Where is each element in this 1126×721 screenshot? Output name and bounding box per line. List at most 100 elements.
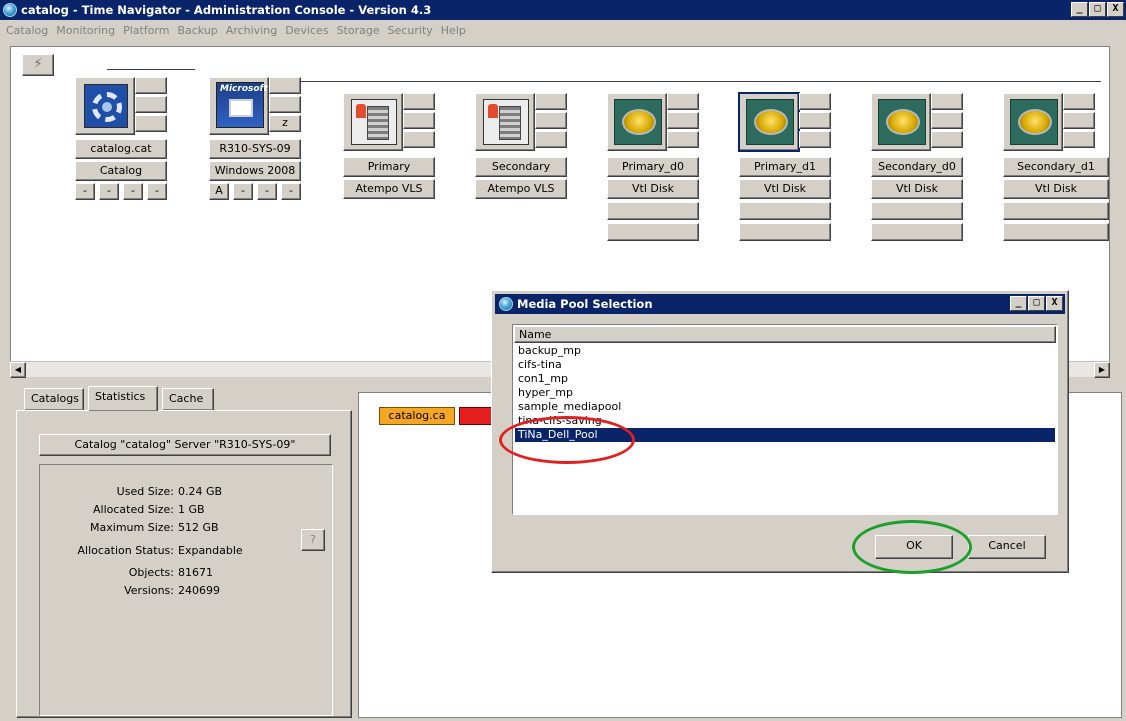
- node-name: Primary_d0: [607, 157, 699, 177]
- node-name: Secondary_d1: [1003, 157, 1109, 177]
- dialog-minimize-button[interactable]: _: [1010, 296, 1027, 311]
- minimize-button[interactable]: _: [1071, 2, 1088, 17]
- column-header-name[interactable]: Name: [514, 326, 1056, 343]
- menu-backup[interactable]: Backup: [173, 22, 221, 40]
- node-side-button[interactable]: [799, 112, 831, 129]
- node-flag-button[interactable]: -: [257, 183, 277, 200]
- stat-value: Expandable: [178, 544, 243, 557]
- node-side-button[interactable]: [403, 112, 435, 129]
- app-icon: [3, 3, 17, 17]
- menu-archiving[interactable]: Archiving: [222, 22, 281, 40]
- catalog-chip[interactable]: catalog.ca: [379, 407, 455, 425]
- node-type: Vtl Disk: [1003, 179, 1109, 199]
- sleep-badge[interactable]: z: [269, 115, 301, 132]
- node-flag-button[interactable]: -: [147, 183, 167, 200]
- disk-tile[interactable]: [607, 93, 667, 151]
- stat-label: Allocated Size:: [92, 503, 174, 516]
- list-item[interactable]: con1_mp: [515, 372, 1055, 386]
- status-chip[interactable]: [459, 407, 493, 425]
- node-side-button[interactable]: [135, 96, 167, 113]
- node-flag-button[interactable]: -: [75, 183, 95, 200]
- node-side-button[interactable]: [1063, 112, 1095, 129]
- node-side-button[interactable]: [403, 131, 435, 148]
- library-tile[interactable]: [343, 93, 403, 151]
- node-side-button[interactable]: [535, 131, 567, 148]
- node-side-button[interactable]: [135, 115, 167, 132]
- disk-tile[interactable]: [738, 92, 800, 152]
- node-side-button[interactable]: [269, 96, 301, 113]
- node-flag-button[interactable]: -: [281, 183, 301, 200]
- stat-value: 1 GB: [178, 503, 205, 516]
- scroll-right-icon[interactable]: ▶: [1094, 362, 1110, 378]
- node-side-button[interactable]: [799, 131, 831, 148]
- node-flag-button[interactable]: A: [209, 183, 229, 200]
- catalog-tile[interactable]: [75, 77, 135, 135]
- scroll-left-icon[interactable]: ◀: [10, 362, 26, 378]
- menu-security[interactable]: Security: [384, 22, 437, 40]
- microsoft-label: Microsoft: [220, 84, 268, 94]
- cancel-button[interactable]: Cancel: [968, 535, 1046, 559]
- stat-versions: Versions: 240699: [40, 584, 330, 600]
- help-button[interactable]: ?: [301, 529, 325, 551]
- node-flag-button[interactable]: -: [233, 183, 253, 200]
- dialog-maximize-button[interactable]: □: [1028, 296, 1045, 311]
- list-item[interactable]: hyper_mp: [515, 386, 1055, 400]
- node-side-button[interactable]: [1063, 93, 1095, 110]
- node-name: R310-SYS-09: [209, 139, 301, 159]
- node-flag-button[interactable]: -: [99, 183, 119, 200]
- disk-tile[interactable]: [1003, 93, 1063, 151]
- empty-slot: [1003, 202, 1109, 220]
- node-side-button[interactable]: [1063, 131, 1095, 148]
- node-side-button[interactable]: [403, 93, 435, 110]
- node-name: Secondary: [475, 157, 567, 177]
- library-tile[interactable]: [475, 93, 535, 151]
- dialog-app-icon: [499, 297, 513, 311]
- empty-slot: [739, 202, 831, 220]
- tab-catalogs[interactable]: Catalogs: [24, 388, 84, 410]
- empty-slot: [1003, 223, 1109, 241]
- node-side-button[interactable]: [931, 112, 963, 129]
- dialog-title: Media Pool Selection: [517, 297, 653, 311]
- tab-statistics[interactable]: Statistics: [88, 386, 158, 411]
- node-side-button[interactable]: [535, 93, 567, 110]
- empty-slot: [739, 223, 831, 241]
- list-item[interactable]: backup_mp: [515, 344, 1055, 358]
- dialog-close-button[interactable]: X: [1046, 296, 1063, 311]
- node-name: Secondary_d0: [871, 157, 963, 177]
- menu-platform[interactable]: Platform: [119, 22, 173, 40]
- node-side-button[interactable]: [667, 93, 699, 110]
- menu-devices[interactable]: Devices: [281, 22, 332, 40]
- catalog-header: Catalog "catalog" Server "R310-SYS-09": [39, 434, 331, 456]
- node-side-button[interactable]: [269, 77, 301, 94]
- node-side-button[interactable]: [667, 131, 699, 148]
- close-button[interactable]: X: [1107, 2, 1124, 17]
- dialog-title-bar: Media Pool Selection _ □ X: [495, 294, 1065, 314]
- stat-value: 240699: [178, 584, 220, 597]
- node-side-button[interactable]: [667, 112, 699, 129]
- maximize-button[interactable]: □: [1089, 2, 1106, 17]
- disk-icon: [614, 99, 662, 145]
- stat-used-size: Used Size: 0.24 GB: [40, 485, 330, 501]
- node-flag-button[interactable]: -: [123, 183, 143, 200]
- disk-tile[interactable]: [871, 93, 931, 151]
- list-item[interactable]: cifs-tina: [515, 358, 1055, 372]
- menu-storage[interactable]: Storage: [333, 22, 384, 40]
- host-tile[interactable]: Microsoft: [209, 77, 269, 135]
- node-type: Catalog: [75, 161, 167, 181]
- menu-monitoring[interactable]: Monitoring: [52, 22, 119, 40]
- node-type: Atempo VLS: [475, 179, 567, 199]
- stats-box: Used Size: 0.24 GB Allocated Size: 1 GB …: [39, 464, 333, 716]
- node-side-button[interactable]: [799, 93, 831, 110]
- list-item[interactable]: sample_mediapool: [515, 400, 1055, 414]
- green-annotation-ellipse: [852, 520, 972, 574]
- node-side-button[interactable]: [931, 93, 963, 110]
- node-side-button[interactable]: [135, 77, 167, 94]
- window-controls: _ □ X: [1071, 2, 1124, 17]
- tab-cache[interactable]: Cache: [162, 388, 214, 410]
- node-side-button[interactable]: [535, 112, 567, 129]
- menu-catalog[interactable]: Catalog: [2, 22, 52, 40]
- node-side-button[interactable]: [931, 131, 963, 148]
- menu-help[interactable]: Help: [437, 22, 470, 40]
- node-type: Vtl Disk: [607, 179, 699, 199]
- lightning-icon[interactable]: ⚡: [22, 54, 54, 76]
